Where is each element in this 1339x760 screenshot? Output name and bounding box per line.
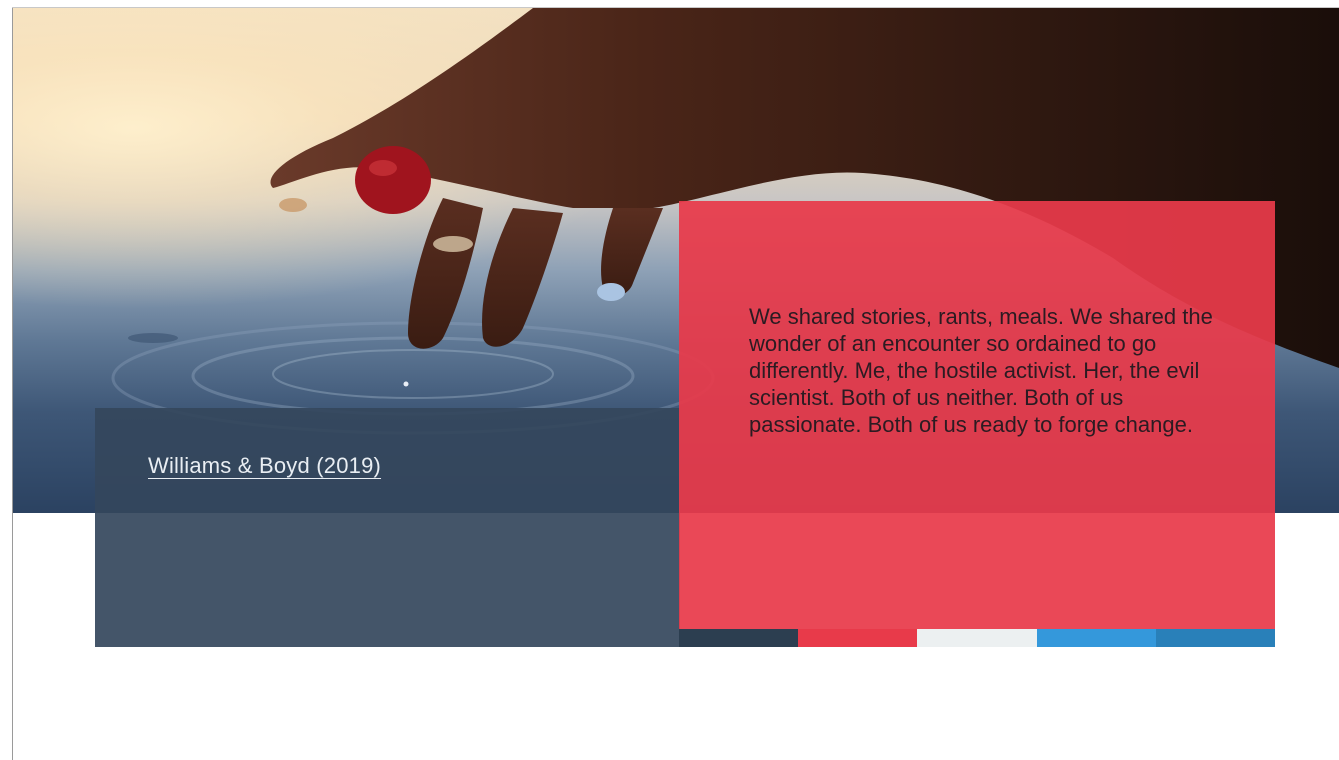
- stripe-segment-4: [1036, 629, 1156, 647]
- stripe-segment-1: [679, 629, 799, 647]
- stripe-segment-2: [798, 629, 918, 647]
- stripe-segment-3: [917, 629, 1037, 647]
- caption-panel: Williams & Boyd (2019): [95, 408, 680, 647]
- color-stripe: [679, 629, 1276, 647]
- quote-text: We shared stories, rants, meals. We shar…: [749, 304, 1213, 437]
- stripe-segment-5: [1155, 629, 1276, 647]
- page: Williams & Boyd (2019) We shared stories…: [0, 0, 1339, 760]
- left-border: [12, 8, 13, 760]
- top-border: [12, 7, 1339, 8]
- citation-link[interactable]: Williams & Boyd (2019): [148, 453, 381, 479]
- quote-panel: We shared stories, rants, meals. We shar…: [679, 201, 1275, 629]
